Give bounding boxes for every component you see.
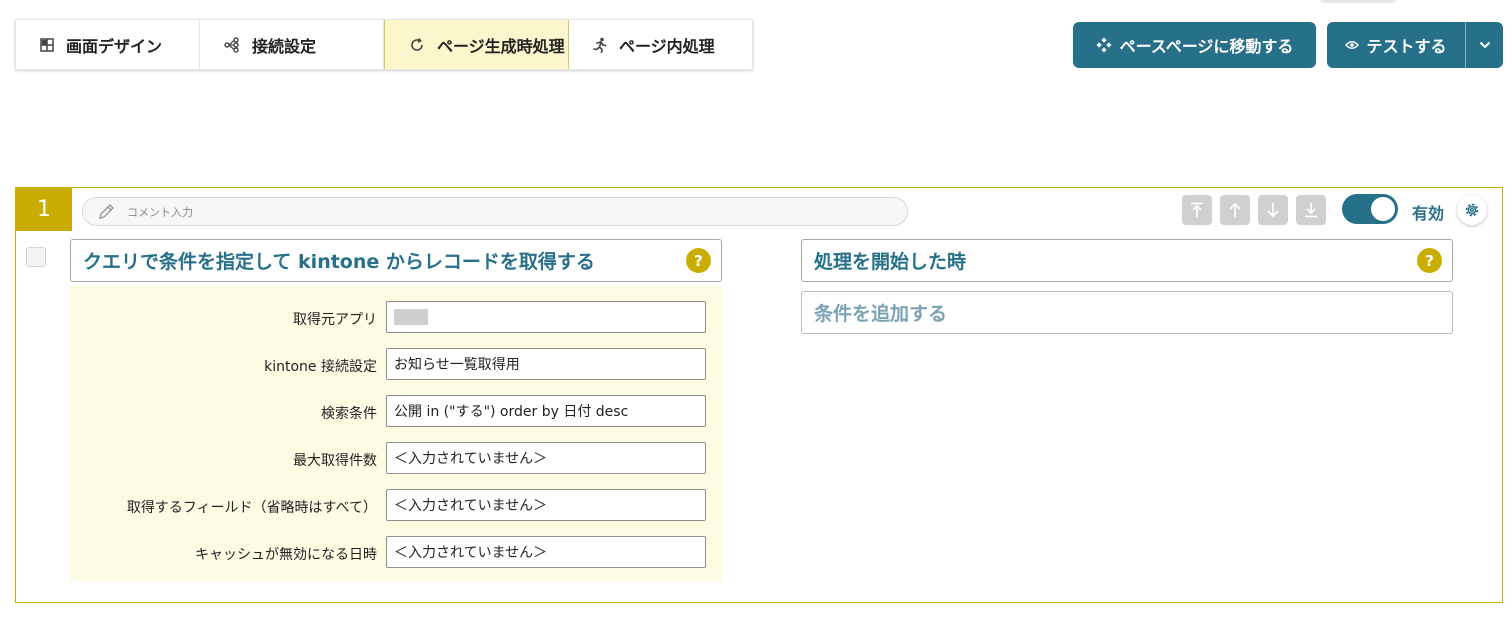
param-value-kintone-connection[interactable]: お知らせ一覧取得用 — [386, 348, 706, 380]
chevron-down-icon — [1479, 41, 1490, 49]
param-label: 取得するフィールド（省略時はすべて） — [126, 500, 377, 516]
help-icon[interactable]: ? — [1417, 248, 1442, 273]
layout-icon — [40, 37, 54, 52]
connection-icon — [224, 36, 239, 53]
param-value-source-app[interactable] — [386, 301, 706, 333]
arrow-to-bottom-icon — [1305, 203, 1317, 218]
param-value-fields[interactable]: ＜入力されていません＞ — [386, 489, 706, 521]
gear-icon — [1465, 203, 1479, 217]
tab-screen-design[interactable]: 画面デザイン — [16, 20, 200, 69]
param-row-cache-expiry: キャッシュが無効になる日時 ＜入力されていません＞ — [70, 536, 722, 568]
tab-connection-settings[interactable]: 接続設定 — [200, 20, 384, 69]
move-tools — [1182, 195, 1326, 225]
move-to-top-button[interactable] — [1182, 195, 1212, 225]
action-selector[interactable]: クエリで条件を指定して kintone からレコードを取得する ? — [70, 239, 722, 282]
param-label: kintone 接続設定 — [264, 359, 377, 375]
refresh-icon — [411, 37, 423, 51]
trigger-title: 処理を開始した時 — [814, 251, 967, 273]
help-icon[interactable]: ? — [686, 248, 711, 273]
tab-page-generation-process[interactable]: ページ生成時処理 — [384, 20, 569, 69]
arrow-to-top-icon — [1191, 202, 1203, 217]
param-value-search-condition[interactable]: 公開 in ("する") order by 日付 desc — [386, 395, 706, 427]
tab-in-page-process[interactable]: ページ内処理 — [569, 20, 752, 69]
param-row-search-condition: 検索条件 公開 in ("する") order by 日付 desc — [70, 395, 722, 427]
action-title: クエリで条件を指定して kintone からレコードを取得する — [83, 251, 595, 273]
test-button[interactable]: テストする — [1327, 22, 1466, 68]
step-number: 1 — [16, 188, 72, 231]
pencil-icon — [99, 203, 114, 219]
trigger-selector[interactable]: 処理を開始した時 ? — [801, 239, 1453, 282]
param-label: 最大取得件数 — [293, 453, 377, 469]
comment-input[interactable]: コメント入力 — [82, 197, 908, 226]
param-row-kintone-connection: kintone 接続設定 お知らせ一覧取得用 — [70, 348, 722, 380]
move-up-button[interactable] — [1220, 195, 1250, 225]
go-to-base-page-label: ペースページに移動する — [1119, 37, 1294, 56]
process-step-panel: 1 コメント入力 有効 クエリで条件を指定して kintone からレコードを取… — [15, 187, 1503, 603]
param-row-source-app: 取得元アプリ — [70, 301, 722, 333]
add-condition-button[interactable]: 条件を追加する — [801, 291, 1453, 334]
enabled-toggle[interactable] — [1342, 194, 1398, 224]
diamond-grid-icon — [1096, 37, 1112, 53]
enabled-label: 有効 — [1412, 204, 1445, 223]
test-dropdown-toggle[interactable] — [1466, 22, 1503, 68]
param-label: 取得元アプリ — [293, 312, 377, 328]
top-edge-tab — [1320, 0, 1396, 3]
eye-icon — [1345, 41, 1360, 49]
param-value-max-count[interactable]: ＜入力されていません＞ — [386, 442, 706, 474]
go-to-base-page-button[interactable]: ペースページに移動する — [1073, 22, 1316, 68]
param-value-cache-expiry[interactable]: ＜入力されていません＞ — [386, 536, 706, 568]
param-row-max-count: 最大取得件数 ＜入力されていません＞ — [70, 442, 722, 474]
param-row-fields: 取得するフィールド（省略時はすべて） ＜入力されていません＞ — [70, 489, 722, 521]
tab-label: ページ内処理 — [619, 36, 715, 56]
action-parameters: 取得元アプリ kintone 接続設定 お知らせ一覧取得用 検索条件 公開 in… — [70, 286, 722, 581]
editor-tabs: 画面デザイン 接続設定 ページ生成時処理 ページ内処理 — [15, 19, 753, 70]
param-label: 検索条件 — [321, 406, 377, 422]
redacted-block — [394, 309, 428, 325]
comment-placeholder: コメント入力 — [127, 205, 193, 219]
step-settings-button[interactable] — [1457, 195, 1487, 225]
tab-label: 接続設定 — [252, 36, 317, 56]
move-to-bottom-button[interactable] — [1296, 195, 1326, 225]
tab-label: ページ生成時処理 — [437, 36, 565, 56]
test-button-group: テストする — [1327, 22, 1503, 68]
tab-label: 画面デザイン — [66, 36, 163, 56]
toggle-knob — [1371, 197, 1395, 221]
param-label: キャッシュが無効になる日時 — [195, 547, 377, 563]
running-icon — [593, 37, 607, 53]
arrow-down-icon — [1267, 203, 1279, 218]
arrow-up-icon — [1229, 202, 1241, 217]
step-select-checkbox[interactable] — [26, 247, 46, 267]
test-button-label: テストする — [1366, 37, 1447, 56]
move-down-button[interactable] — [1258, 195, 1288, 225]
